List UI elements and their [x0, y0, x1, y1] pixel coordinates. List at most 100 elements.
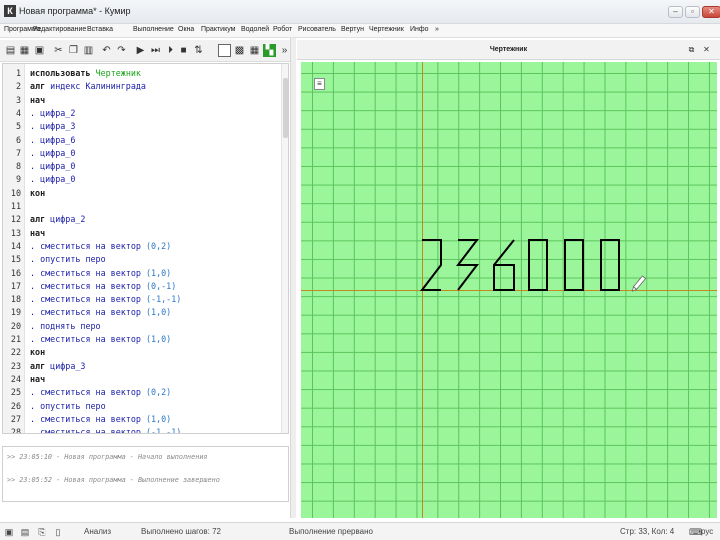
menu-edit[interactable]: Редактирование [33, 26, 86, 33]
line-number: 12 [10, 214, 21, 225]
code-line[interactable]: 18 . сместиться на вектор (-1,-1) [3, 293, 288, 306]
code-line[interactable]: 11 [3, 200, 288, 213]
program-text-icon[interactable] [218, 44, 231, 57]
paste-icon[interactable]: ▥ [82, 44, 95, 57]
close-button[interactable]: ✕ [702, 6, 720, 18]
line-number: 4 [15, 107, 21, 118]
input-language[interactable]: рус [701, 527, 713, 536]
stop-icon[interactable]: ■ [177, 44, 190, 57]
robot-icon[interactable]: ▚ [263, 44, 276, 57]
line-number: 26 [10, 400, 21, 411]
line-number: 28 [10, 427, 21, 434]
panel-splitter[interactable] [290, 38, 296, 518]
grid-icon[interactable]: ▦ [248, 44, 261, 57]
save-icon[interactable]: ▣ [33, 44, 46, 57]
code-line[interactable]: 3 нач [3, 94, 288, 107]
line-number: 14 [10, 240, 21, 251]
code-token: использовать [30, 68, 96, 78]
log-icon[interactable]: ▤ [20, 526, 30, 538]
cut-icon[interactable]: ✂ [52, 44, 65, 57]
menu-windows[interactable]: Окна [178, 26, 194, 33]
close-panel-icon[interactable]: ✕ [702, 45, 711, 54]
code-token: . сместиться на вектор [30, 240, 146, 251]
code-token: (0,-1) [145, 280, 177, 291]
code-line[interactable]: 4 . цифра_2 [3, 107, 288, 120]
menu-risovatel[interactable]: Рисователь [298, 26, 336, 33]
trash-icon[interactable]: ▯ [53, 526, 63, 538]
code-token: . сместиться на вектор [30, 387, 146, 398]
menu-robot[interactable]: Робот [273, 26, 292, 33]
menu-vertun[interactable]: Вертун [341, 26, 364, 33]
digit-0-first [528, 239, 548, 291]
menu-vodoley[interactable]: Водолей [241, 26, 269, 33]
code-line[interactable]: 9 . цифра_0 [3, 173, 288, 186]
undock-icon[interactable]: ⧉ [687, 45, 696, 54]
code-text: . цифра_0 [30, 147, 75, 160]
drawer-canvas[interactable]: ≡ [301, 62, 717, 518]
code-line[interactable]: 15 . опустить перо [3, 253, 288, 266]
code-token: . сместиться на вектор [30, 280, 146, 291]
code-token: . сместиться на вектор [30, 334, 146, 344]
code-token: Чертежник [95, 68, 141, 78]
code-line[interactable]: 19 . сместиться на вектор (1,0) [3, 306, 288, 319]
step-over-icon[interactable]: ⏭ [149, 44, 162, 57]
code-line[interactable]: 2 алг индекс Калининграда [3, 80, 288, 93]
code-text: нач [30, 373, 45, 386]
editor-scrollbar[interactable] [281, 64, 288, 433]
undo-icon[interactable]: ↶ [100, 44, 113, 57]
output-line: >> 23:05:52 - Новая программа - Выполнен… [7, 476, 220, 484]
code-line[interactable]: 13 нач [3, 227, 288, 240]
code-text: . сместиться на вектор (0,-1) [30, 280, 176, 293]
code-line[interactable]: 12 алг цифра_2 [3, 213, 288, 226]
code-text: использовать Чертежник [30, 67, 141, 80]
minimize-button[interactable]: – [668, 6, 683, 18]
step-into-icon[interactable]: ⏵ [164, 44, 177, 57]
line-number: 21 [10, 334, 21, 344]
open-file-icon[interactable]: ▦ [18, 44, 31, 57]
code-line[interactable]: 17 . сместиться на вектор (0,-1) [3, 280, 288, 293]
code-line[interactable]: 27 . сместиться на вектор (1,0) [3, 413, 288, 426]
clipboard-icon[interactable]: ⎘ [37, 526, 47, 538]
run-icon[interactable]: ▶ [134, 44, 147, 57]
code-token: алг [30, 214, 51, 225]
menu-info[interactable]: Инфо [410, 26, 429, 33]
code-line[interactable]: 20 . поднять перо [3, 320, 288, 333]
code-editor[interactable]: 1 использовать Чертежник 2 алг индекс Калин… [2, 63, 289, 434]
menu-run[interactable]: Выполнение [133, 26, 174, 33]
code-line[interactable]: 23 алг цифра_3 [3, 360, 288, 373]
code-line[interactable]: 25 . сместиться на вектор (0,2) [3, 386, 288, 399]
code-line[interactable]: 5 . цифра_3 [3, 120, 288, 133]
redo-icon[interactable]: ↷ [115, 44, 128, 57]
code-line[interactable]: 7 . цифра_0 [3, 147, 288, 160]
console-icon[interactable]: ▣ [4, 526, 14, 538]
code-line[interactable]: 8 . цифра_0 [3, 160, 288, 173]
code-token: нач [30, 94, 46, 105]
code-line[interactable]: 16 . сместиться на вектор (1,0) [3, 267, 288, 280]
code-text: . опустить перо [30, 400, 106, 413]
menu-practicum[interactable]: Практикум [201, 26, 235, 33]
code-line[interactable]: 10 кон [3, 187, 288, 200]
code-text: . цифра_6 [30, 134, 75, 147]
code-line[interactable]: 22 кон [3, 346, 288, 359]
scrollbar-thumb[interactable] [283, 78, 288, 138]
line-number: 9 [15, 174, 21, 185]
code-line[interactable]: 1 использовать Чертежник [3, 67, 288, 80]
code-text: . сместиться на вектор (-1,-1) [30, 426, 181, 433]
new-file-icon[interactable]: ▤ [4, 44, 17, 57]
menu-more[interactable]: » [435, 26, 439, 33]
menu-chertezhnik[interactable]: Чертежник [369, 26, 404, 33]
menu-insert[interactable]: Вставка [87, 26, 113, 33]
table-icon[interactable]: ▩ [233, 44, 246, 57]
code-text: . сместиться на вектор (0,2) [30, 240, 171, 253]
code-line[interactable]: 28 . сместиться на вектор (-1,-1) [3, 426, 288, 434]
code-line[interactable]: 14 . сместиться на вектор (0,2) [3, 240, 288, 253]
line-number: 2 [15, 81, 21, 92]
code-token: (1,0) [145, 334, 172, 344]
code-line[interactable]: 26 . опустить перо [3, 400, 288, 413]
code-line[interactable]: 6 . цифра_6 [3, 134, 288, 147]
code-line[interactable]: 24 нач [3, 373, 288, 386]
maximize-button[interactable]: ▫ [685, 6, 700, 18]
step-back-icon[interactable]: ⇅ [192, 44, 205, 57]
code-line[interactable]: 21 . сместиться на вектор (1,0) [3, 333, 288, 346]
copy-icon[interactable]: ❐ [67, 44, 80, 57]
